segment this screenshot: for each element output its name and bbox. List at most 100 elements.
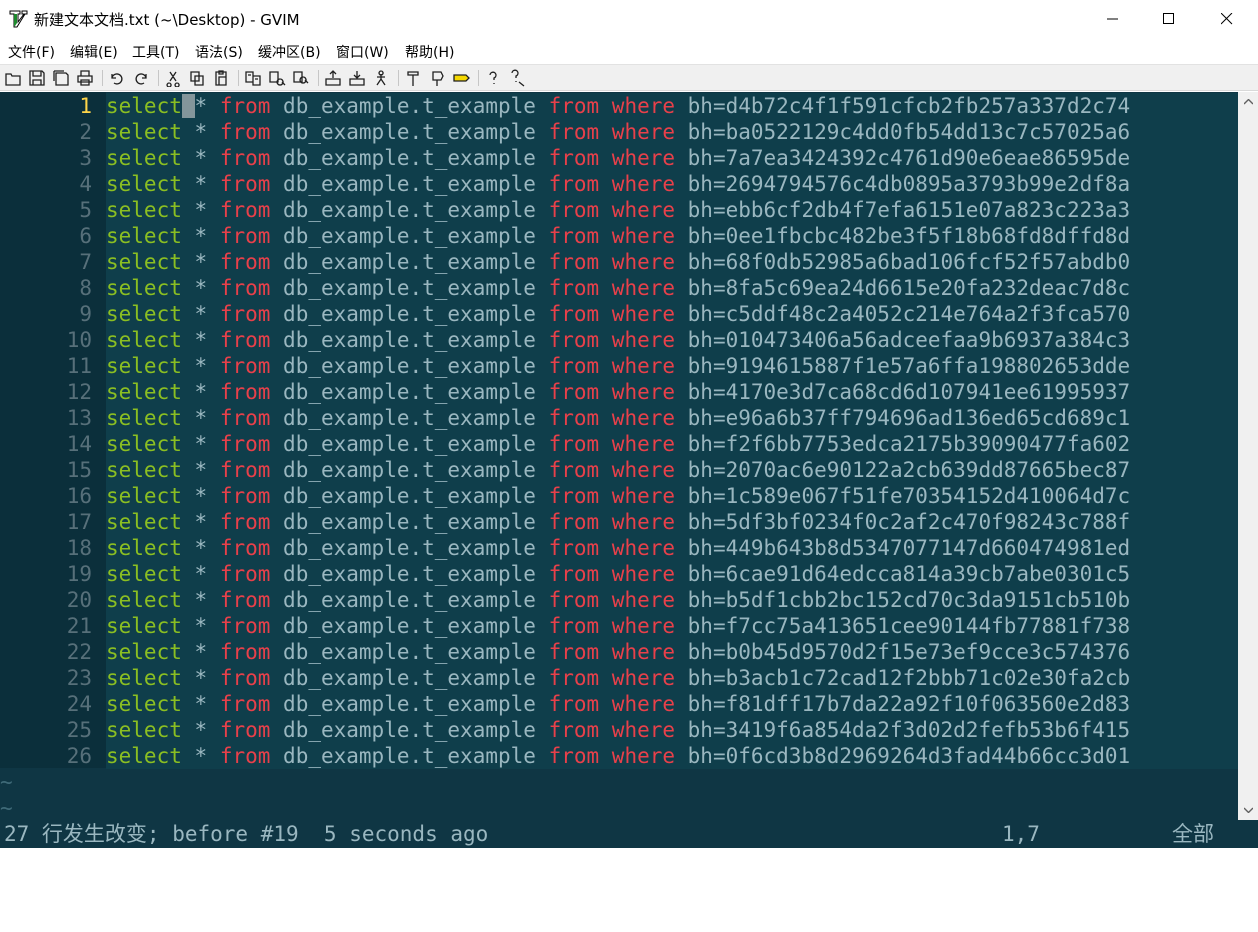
editor-line[interactable]: 21 select * from db_example.t_example fro… (0, 613, 1238, 639)
editor-line[interactable]: 12 select * from db_example.t_example fro… (0, 379, 1238, 405)
code-text: select * from db_example.t_example from … (106, 327, 1238, 353)
keyword-where: where (611, 718, 676, 742)
editor-line[interactable]: 20 select * from db_example.t_example fro… (0, 587, 1238, 613)
editor-area[interactable]: 1 select * from db_example.t_example from… (0, 92, 1238, 820)
redo-button[interactable] (132, 69, 150, 87)
editor-line[interactable]: 25 select * from db_example.t_example fro… (0, 717, 1238, 743)
editor-line[interactable]: 3 select * from db_example.t_example from… (0, 145, 1238, 171)
find-help-button[interactable] (508, 69, 526, 87)
jump-tag-button[interactable] (452, 69, 470, 87)
editor-line[interactable]: 4 select * from db_example.t_example from… (0, 171, 1238, 197)
editor-line[interactable]: 22 select * from db_example.t_example fro… (0, 639, 1238, 665)
save-button[interactable] (28, 69, 46, 87)
toolbar-separator (318, 70, 319, 86)
star-token: * (194, 718, 208, 742)
copy-button[interactable] (188, 69, 206, 87)
print-button[interactable] (76, 69, 94, 87)
editor-line[interactable]: 8 select * from db_example.t_example from… (0, 275, 1238, 301)
editor-line[interactable]: 26 select * from db_example.t_example fro… (0, 743, 1238, 769)
editor-line[interactable]: 15 select * from db_example.t_example fro… (0, 457, 1238, 483)
run-script-button[interactable] (372, 69, 390, 87)
keyword-select: select (106, 146, 182, 170)
keyword-where: where (611, 614, 676, 638)
keyword-from: from (548, 536, 600, 560)
find-next-button[interactable] (268, 69, 286, 87)
line-number: 22 (66, 640, 92, 664)
help-button[interactable] (484, 69, 502, 87)
condition-value: bh=7a7ea3424392c4761d90e6eae86595de (675, 146, 1131, 170)
menu-edit[interactable]: 编辑(E) (70, 42, 118, 62)
maximize-button[interactable] (1140, 0, 1198, 38)
code-text: select * from db_example.t_example from … (106, 509, 1238, 535)
keyword-select: select (106, 250, 182, 274)
editor-line[interactable]: 18 select * from db_example.t_example fro… (0, 535, 1238, 561)
line-number: 2 (79, 120, 92, 144)
editor-line[interactable]: 1 select * from db_example.t_example from… (0, 93, 1238, 119)
copy-icon (190, 71, 204, 86)
keyword-from: from (548, 510, 600, 534)
load-session-button[interactable] (324, 69, 342, 87)
editor-line[interactable]: 10 select * from db_example.t_example fro… (0, 327, 1238, 353)
line-number: 8 (79, 276, 92, 300)
save-session-button[interactable] (348, 69, 366, 87)
editor-line[interactable]: 24 select * from db_example.t_example fro… (0, 691, 1238, 717)
keyword-from: from (219, 354, 271, 378)
line-number: 1 (79, 94, 92, 118)
undo-button[interactable] (108, 69, 126, 87)
close-button[interactable] (1198, 0, 1256, 38)
menu-help[interactable]: 帮助(H) (405, 42, 454, 62)
make-button[interactable] (404, 69, 422, 87)
star-token: * (194, 458, 208, 482)
menu-buffers[interactable]: 缓冲区(B) (258, 42, 321, 62)
editor-line[interactable]: 6 select * from db_example.t_example from… (0, 223, 1238, 249)
keyword-from: from (219, 640, 271, 664)
condition-value: bh=2694794576c4db0895a3793b99e2df8a (675, 172, 1131, 196)
cut-button[interactable] (164, 69, 182, 88)
editor-line[interactable]: 11 select * from db_example.t_example fro… (0, 353, 1238, 379)
paste-button[interactable] (212, 69, 230, 87)
editor-line[interactable]: 16 select * from db_example.t_example fro… (0, 483, 1238, 509)
menu-file[interactable]: 文件(F) (8, 42, 55, 62)
keyword-from: from (548, 120, 600, 144)
star-token: * (194, 484, 208, 508)
scroll-up-button[interactable] (1238, 92, 1258, 112)
keyword-from: from (548, 354, 600, 378)
keyword-select: select (106, 536, 182, 560)
vertical-scrollbar[interactable] (1238, 92, 1258, 820)
scroll-down-button[interactable] (1238, 800, 1258, 820)
editor-line[interactable]: 14 select * from db_example.t_example fro… (0, 431, 1238, 457)
save-all-button[interactable] (52, 69, 70, 87)
editor-line[interactable]: 9 select * from db_example.t_example from… (0, 301, 1238, 327)
keyword-select: select (106, 198, 182, 222)
find-prev-button[interactable] (292, 69, 310, 87)
star-token: * (194, 692, 208, 716)
load-session-icon (325, 70, 341, 86)
editor-line[interactable]: 7 select * from db_example.t_example from… (0, 249, 1238, 275)
editor-line[interactable]: 17 select * from db_example.t_example fro… (0, 509, 1238, 535)
condition-value: bh=4170e3d7ca68cd6d107941ee61995937 (675, 380, 1131, 404)
condition-value: bh=b5df1cbb2bc152cd70c3da9151cb510b (675, 588, 1131, 612)
editor-line[interactable]: 23 select * from db_example.t_example fro… (0, 665, 1238, 691)
minimize-button[interactable] (1084, 0, 1142, 38)
menu-window[interactable]: 窗口(W) (336, 42, 389, 62)
editor-line[interactable]: 13 select * from db_example.t_example fro… (0, 405, 1238, 431)
code-text: select * from db_example.t_example from … (106, 405, 1238, 431)
editor-line[interactable]: 2 select * from db_example.t_example from… (0, 119, 1238, 145)
keyword-select: select (106, 380, 182, 404)
keyword-select: select (106, 328, 182, 352)
editor-line[interactable]: 19 select * from db_example.t_example fro… (0, 561, 1238, 587)
menu-tools[interactable]: 工具(T) (132, 42, 179, 62)
find-prev-icon (293, 71, 309, 84)
gvim-icon (9, 10, 28, 28)
open-button[interactable] (4, 69, 22, 87)
editor-line[interactable]: 5 select * from db_example.t_example from… (0, 197, 1238, 223)
line-number: 17 (66, 510, 92, 534)
build-tags-button[interactable] (428, 69, 446, 87)
keyword-where: where (611, 224, 676, 248)
code-text: select * from db_example.t_example from … (106, 483, 1238, 509)
menu-syntax[interactable]: 语法(S) (195, 42, 243, 62)
keyword-select: select (106, 354, 182, 378)
replace-button[interactable] (244, 69, 262, 87)
code-text: select * from db_example.t_example from … (106, 223, 1238, 249)
keyword-where: where (611, 146, 676, 170)
